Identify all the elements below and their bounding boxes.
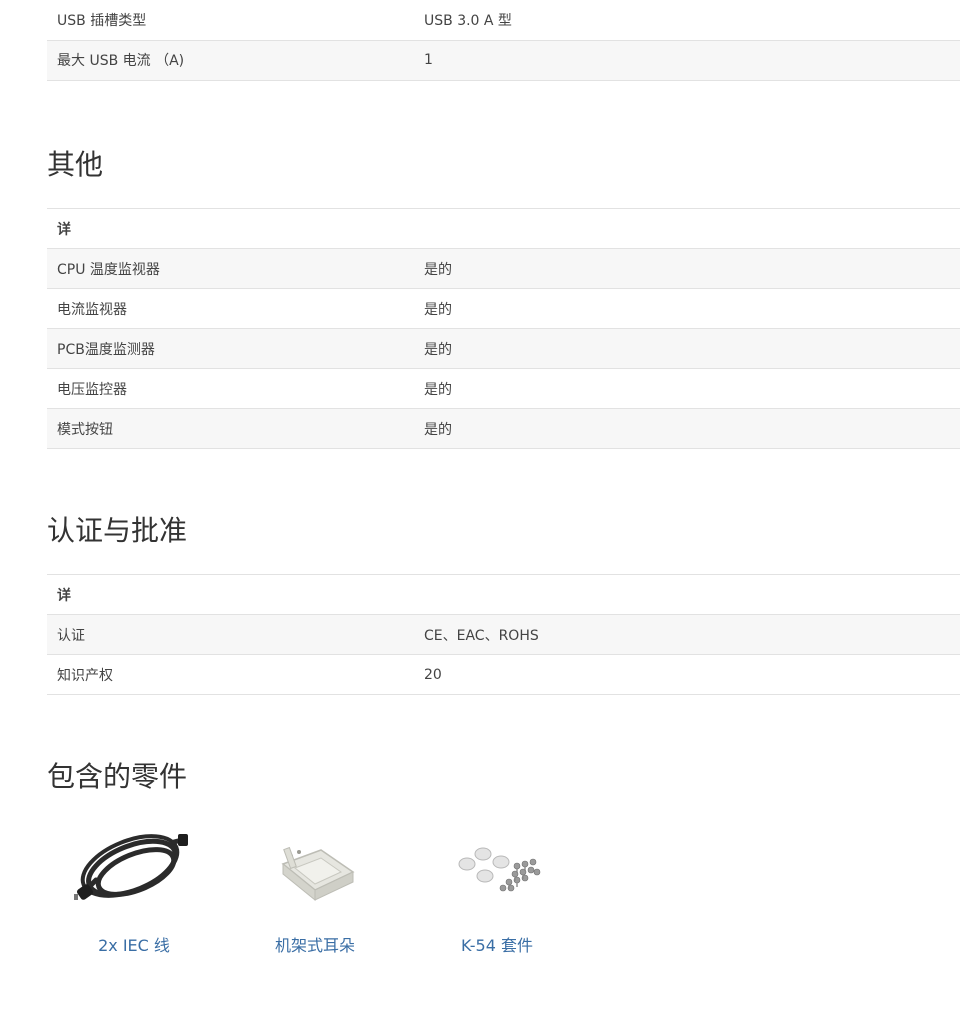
table-row: 模式按钮 是的 [47, 408, 960, 449]
spec-label: USB 插槽类型 [47, 0, 414, 41]
table-row: 认证 CE、EAC、ROHS [47, 614, 960, 655]
section-title-other: 其他 [47, 148, 104, 181]
table-header: 详 [47, 574, 414, 615]
spec-label: CPU 温度监视器 [47, 248, 414, 289]
cert-spec-table: 详 认证 CE、EAC、ROHS 知识产权 20 [47, 574, 960, 695]
power-cable-icon[interactable] [44, 820, 224, 920]
spec-label: 电压监控器 [47, 368, 414, 409]
usb-spec-table: USB 插槽类型 USB 3.0 A 型 最大 USB 电流 （A) 1 [47, 0, 960, 81]
spec-value: 是的 [414, 288, 960, 329]
spec-value: 是的 [414, 408, 960, 449]
spec-label: 最大 USB 电流 （A) [47, 40, 414, 81]
spec-value: USB 3.0 A 型 [414, 0, 960, 41]
spec-value: 是的 [414, 248, 960, 289]
table-row: PCB温度监测器 是的 [47, 328, 960, 369]
included-parts-list: 2x IEC 线 机架式耳朵 K-54 套件 [47, 820, 960, 970]
part-label[interactable]: 2x IEC 线 [44, 932, 224, 956]
other-spec-table: 详 CPU 温度监视器 是的 电流监视器 是的 PCB温度监测器 是的 电压监控… [47, 208, 960, 449]
table-header-row: 详 [47, 208, 960, 249]
table-row: CPU 温度监视器 是的 [47, 248, 960, 289]
part-label[interactable]: 机架式耳朵 [225, 932, 405, 956]
spec-label: 电流监视器 [47, 288, 414, 329]
part-label[interactable]: K-54 套件 [407, 932, 587, 956]
table-row: 电流监视器 是的 [47, 288, 960, 329]
spec-value: 是的 [414, 328, 960, 369]
spec-value: 是的 [414, 368, 960, 409]
table-row: 知识产权 20 [47, 654, 960, 695]
table-header-row: 详 [47, 574, 960, 615]
spec-value: 1 [414, 40, 960, 81]
section-title-certification: 认证与批准 [47, 514, 188, 547]
spec-value: CE、EAC、ROHS [414, 614, 960, 655]
table-row: 电压监控器 是的 [47, 368, 960, 409]
table-header: 详 [47, 208, 414, 249]
spec-value: 20 [414, 654, 960, 695]
part-item-iec-cable[interactable]: 2x IEC 线 [44, 820, 224, 956]
spec-label: 知识产权 [47, 654, 414, 695]
rack-ears-icon[interactable] [225, 820, 405, 920]
spec-label: PCB温度监测器 [47, 328, 414, 369]
part-item-k54-kit[interactable]: K-54 套件 [407, 820, 587, 956]
table-row: 最大 USB 电流 （A) 1 [47, 40, 960, 81]
table-row: USB 插槽类型 USB 3.0 A 型 [47, 0, 960, 41]
spec-label: 认证 [47, 614, 414, 655]
section-title-included-parts: 包含的零件 [47, 760, 188, 793]
spec-label: 模式按钮 [47, 408, 414, 449]
screw-kit-icon[interactable] [407, 820, 587, 920]
part-item-rack-ears[interactable]: 机架式耳朵 [225, 820, 405, 956]
